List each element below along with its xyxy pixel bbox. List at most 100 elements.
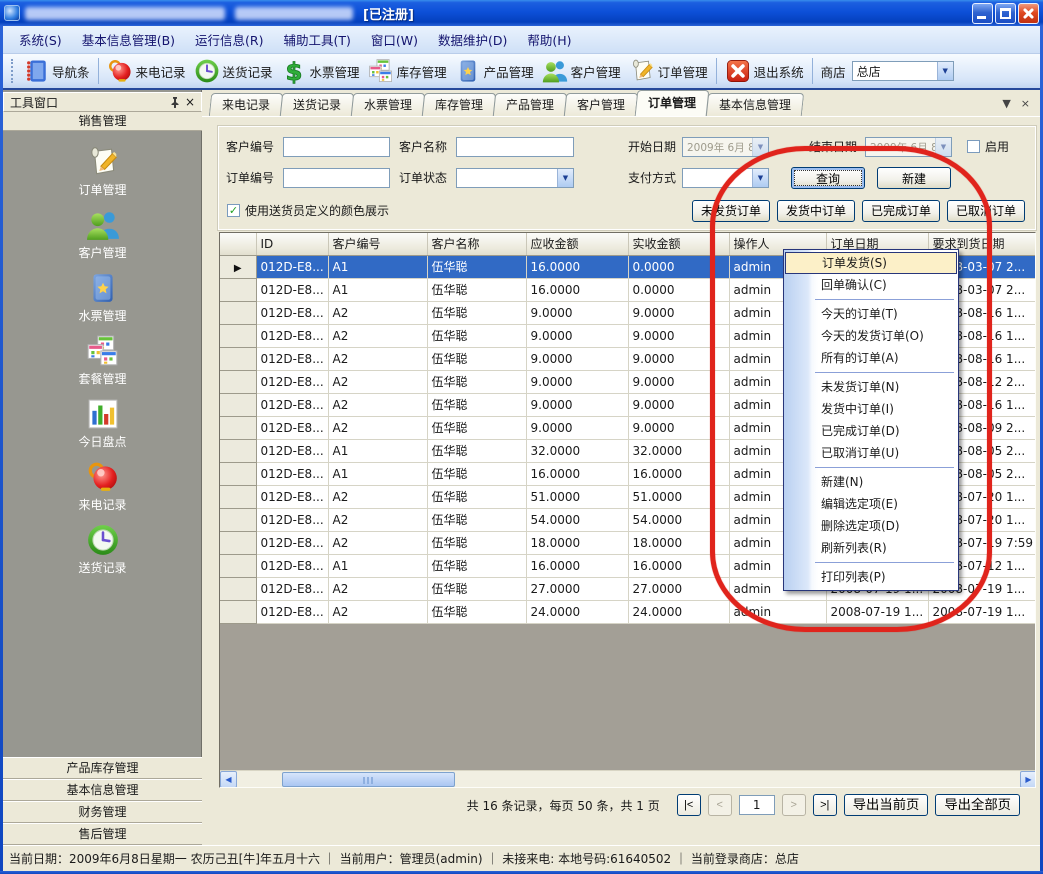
order-status-filter-button[interactable]: 未发货订单 <box>692 200 770 222</box>
row-selector-cell[interactable]: ▶ <box>220 531 256 554</box>
color-display-checkbox[interactable]: ✓ <box>227 204 240 217</box>
context-menu-item[interactable]: 订单发货(S) <box>785 252 957 274</box>
prev-page-button[interactable]: < <box>708 794 732 816</box>
context-menu-item[interactable]: 已完成订单(D) <box>785 420 957 442</box>
context-menu-item[interactable]: 打印列表(P) <box>785 566 957 588</box>
order-status-filter-button[interactable]: 发货中订单 <box>777 200 855 222</box>
row-selector-cell[interactable]: ▶ <box>220 508 256 531</box>
context-menu-item[interactable] <box>785 369 957 376</box>
shop-select[interactable]: 总店 ▼ <box>852 61 954 81</box>
next-page-button[interactable]: > <box>782 794 806 816</box>
sidebar-item-delivery-records[interactable]: 送货记录 <box>43 523 163 586</box>
end-date-picker[interactable]: 2009年 6月 8日 ▼ <box>865 137 952 157</box>
chevron-down-icon[interactable]: ▼ <box>935 138 951 156</box>
col-header-customer-name[interactable]: 客户名称 <box>427 233 526 255</box>
col-header-customer-no[interactable]: 客户编号 <box>328 233 427 255</box>
first-page-button[interactable]: |< <box>677 794 701 816</box>
toolbar-customer-button[interactable]: 客户管理 <box>538 56 625 86</box>
sidebar-item-order-mgmt[interactable]: 订单管理 <box>43 145 163 208</box>
row-selector-cell[interactable]: ▶ <box>220 370 256 393</box>
close-button[interactable] <box>1018 3 1039 24</box>
table-row[interactable]: ▶ 012D-E8... A2 伍华聪 24.0000 24.0000 admi… <box>220 600 1036 623</box>
toolbar-navbar-button[interactable]: 导航条 <box>19 56 94 86</box>
toolbar-delivery-records-button[interactable]: 送货记录 <box>190 56 277 86</box>
context-menu-item[interactable]: 未发货订单(N) <box>785 376 957 398</box>
toolbar-water-ticket-button[interactable]: 水票管理 <box>277 56 364 86</box>
tab[interactable]: 水票管理 <box>351 93 425 116</box>
row-selector-cell[interactable]: ▶ <box>220 324 256 347</box>
toolbar-inventory-button[interactable]: 库存管理 <box>364 56 451 86</box>
scrollbar-thumb[interactable] <box>282 772 455 787</box>
context-menu-item[interactable]: 刷新列表(R) <box>785 537 957 559</box>
col-header-id[interactable]: ID <box>256 233 328 255</box>
toolbar-exit-button[interactable]: 退出系统 <box>721 56 808 86</box>
start-date-picker[interactable]: 2009年 6月 8日 ▼ <box>682 137 769 157</box>
sidebar-section-bar[interactable]: 产品库存管理 <box>3 757 202 779</box>
maximize-button[interactable] <box>995 3 1016 24</box>
toolbar-product-button[interactable]: 产品管理 <box>451 56 538 86</box>
order-status-select[interactable]: ▼ <box>456 168 574 188</box>
chevron-down-icon[interactable]: ▼ <box>557 169 573 187</box>
context-menu-item[interactable]: 今天的订单(T) <box>785 303 957 325</box>
sidebar-close-icon[interactable]: × <box>185 95 195 109</box>
row-selector-cell[interactable]: ▶ <box>220 393 256 416</box>
context-menu-item[interactable]: 删除选定项(D) <box>785 515 957 537</box>
page-number-input[interactable]: 1 <box>739 795 775 815</box>
chevron-down-icon[interactable]: ▼ <box>752 169 768 187</box>
sidebar-section-bar[interactable]: 基本信息管理 <box>3 779 202 801</box>
menu-item[interactable]: 运行信息(R) <box>185 26 273 53</box>
tab[interactable]: 库存管理 <box>422 93 496 116</box>
order-no-input[interactable] <box>283 168 390 188</box>
row-selector-cell[interactable]: ▶ <box>220 278 256 301</box>
minimize-button[interactable] <box>972 3 993 24</box>
customer-name-input[interactable] <box>456 137 574 157</box>
context-menu-item[interactable]: 编辑选定项(E) <box>785 493 957 515</box>
chevron-down-icon[interactable]: ▼ <box>752 138 768 156</box>
tab[interactable]: 基本信息管理 <box>706 93 804 116</box>
row-selector-cell[interactable]: ▶ <box>220 255 256 278</box>
context-menu-item[interactable]: 新建(N) <box>785 471 957 493</box>
context-menu-item[interactable] <box>785 559 957 566</box>
row-selector-cell[interactable]: ▶ <box>220 554 256 577</box>
enable-checkbox[interactable] <box>967 140 980 153</box>
context-menu-item[interactable] <box>785 296 957 303</box>
query-button[interactable]: 查询 <box>791 167 865 189</box>
new-button[interactable]: 新建 <box>877 167 951 189</box>
row-selector-cell[interactable]: ▶ <box>220 577 256 600</box>
col-header-received[interactable]: 实收金额 <box>628 233 729 255</box>
sidebar-section-sales[interactable]: 销售管理 <box>3 112 202 131</box>
toolbar-call-records-button[interactable]: 来电记录 <box>103 56 190 86</box>
scroll-left-arrow-icon[interactable]: ◀ <box>220 771 237 788</box>
context-menu-item[interactable] <box>785 464 957 471</box>
scroll-right-arrow-icon[interactable]: ▶ <box>1020 771 1036 788</box>
sidebar-item-water-ticket[interactable]: 水票管理 <box>43 271 163 334</box>
row-selector-cell[interactable]: ▶ <box>220 462 256 485</box>
context-menu-item[interactable]: 发货中订单(I) <box>785 398 957 420</box>
sidebar-item-today-check[interactable]: 今日盘点 <box>43 397 163 460</box>
pin-icon[interactable] <box>169 96 181 108</box>
tab[interactable]: 订单管理 <box>635 90 710 116</box>
context-menu-item[interactable]: 回单确认(C) <box>785 274 957 296</box>
sidebar-section-bar[interactable]: 财务管理 <box>3 801 202 823</box>
context-menu-item[interactable]: 今天的发货订单(O) <box>785 325 957 347</box>
tab-list-chevron-down-icon[interactable]: ▼ <box>1002 97 1010 110</box>
tab[interactable]: 来电记录 <box>209 93 283 116</box>
customer-no-input[interactable] <box>283 137 390 157</box>
menu-item[interactable]: 窗口(W) <box>361 26 428 53</box>
order-status-filter-button[interactable]: 已取消订单 <box>947 200 1025 222</box>
row-selector-cell[interactable]: ▶ <box>220 416 256 439</box>
menu-item[interactable]: 数据维护(D) <box>428 26 517 53</box>
horizontal-scrollbar[interactable]: ◀ ▶ <box>220 770 1036 787</box>
sidebar-item-call-records[interactable]: 来电记录 <box>43 460 163 523</box>
sidebar-section-bar[interactable]: 售后管理 <box>3 823 202 845</box>
menu-item[interactable]: 辅助工具(T) <box>274 26 361 53</box>
context-menu-item[interactable]: 已取消订单(U) <box>785 442 957 464</box>
col-header-receivable[interactable]: 应收金额 <box>526 233 628 255</box>
row-selector-header[interactable] <box>220 233 256 255</box>
tab[interactable]: 客户管理 <box>564 93 638 116</box>
row-selector-cell[interactable]: ▶ <box>220 485 256 508</box>
sidebar-item-package-mgmt[interactable]: 套餐管理 <box>43 334 163 397</box>
menu-item[interactable]: 系统(S) <box>9 26 72 53</box>
row-selector-cell[interactable]: ▶ <box>220 600 256 623</box>
tab-close-icon[interactable]: × <box>1021 97 1030 110</box>
